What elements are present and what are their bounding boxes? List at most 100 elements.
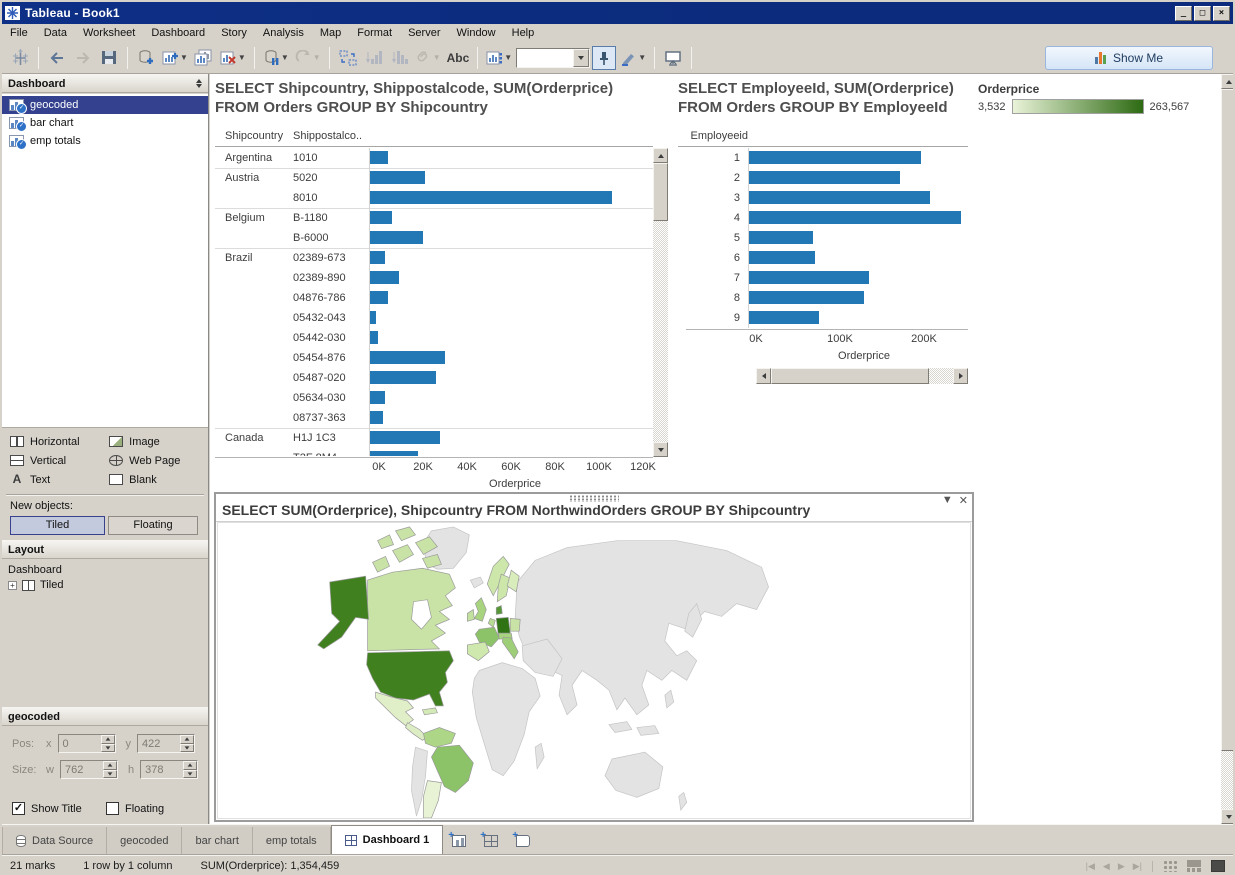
floating-option[interactable]: Floating [106, 802, 164, 815]
shippostalcode-column-header[interactable]: Shippostalco.. [293, 130, 369, 146]
legend-gradient-bar[interactable] [1012, 99, 1144, 114]
group-caret-icon[interactable]: ▼ [433, 53, 441, 62]
bar-mark[interactable] [749, 291, 864, 304]
scrollbar-track[interactable] [1221, 751, 1235, 809]
dashboard-vertical-scrollbar[interactable] [1221, 74, 1235, 824]
sheet-item-geocoded[interactable]: geocoded [2, 96, 208, 114]
sort-ascending-button[interactable] [362, 46, 386, 70]
country-poland[interactable] [510, 618, 520, 631]
new-worksheet-button[interactable]: ▼ [160, 46, 190, 70]
scroll-right-icon[interactable] [953, 368, 968, 384]
h-down-icon[interactable] [183, 770, 197, 779]
show-title-option[interactable]: ✓ Show Title [12, 802, 82, 815]
tree-expander-icon[interactable]: + [8, 581, 17, 590]
menu-analysis[interactable]: Analysis [255, 25, 312, 41]
cards-caret-icon[interactable]: ▼ [504, 53, 512, 62]
bar-mark[interactable] [370, 331, 378, 344]
panel-sort-icon[interactable] [196, 79, 202, 88]
undo-button[interactable] [45, 46, 69, 70]
save-button[interactable] [97, 46, 121, 70]
bar-mark[interactable] [370, 291, 388, 304]
add-data-source-button[interactable] [134, 46, 158, 70]
bar-mark[interactable] [749, 151, 921, 164]
first-page-icon[interactable]: |◀ [1086, 861, 1095, 872]
show-me-button[interactable]: Show Me [1045, 46, 1213, 70]
floating-checkbox[interactable] [106, 802, 119, 815]
close-button[interactable]: × [1213, 6, 1230, 21]
bar-mark[interactable] [370, 151, 388, 164]
bar-mark[interactable] [749, 231, 813, 244]
sheet-item-emp-totals[interactable]: emp totals [2, 132, 208, 150]
next-page-icon[interactable]: ▶ [1118, 861, 1125, 872]
drag-handle[interactable] [569, 495, 619, 502]
bar-mark[interactable] [749, 171, 900, 184]
fix-axes-pin-button[interactable] [592, 46, 616, 70]
shipcountry-column-header[interactable]: Shipcountry [215, 130, 293, 146]
group-members-button[interactable]: ▼ [414, 46, 443, 70]
menu-window[interactable]: Window [449, 25, 504, 41]
run-update-caret-icon[interactable]: ▼ [313, 53, 321, 62]
clear-sheet-button[interactable]: ▼ [218, 46, 248, 70]
bar-mark[interactable] [749, 211, 961, 224]
menu-help[interactable]: Help [504, 25, 543, 41]
x-position-stepper[interactable]: 0 [58, 734, 116, 753]
x-up-icon[interactable] [101, 735, 115, 744]
menu-server[interactable]: Server [400, 25, 448, 41]
bar-mark[interactable] [370, 231, 423, 244]
y-position-stepper[interactable]: 422 [137, 734, 195, 753]
scroll-up-icon[interactable] [653, 148, 668, 163]
bar-mark[interactable] [749, 251, 815, 264]
highlight-button[interactable]: ▼ [618, 46, 648, 70]
fit-selector[interactable] [516, 48, 590, 68]
height-stepper[interactable]: 378 [140, 760, 198, 779]
scrollbar-thumb[interactable] [1221, 89, 1235, 751]
new-dashboard-tab-button[interactable] [475, 827, 507, 854]
country-germany[interactable] [496, 617, 510, 635]
maximize-button[interactable]: □ [1194, 6, 1211, 21]
w-down-icon[interactable] [103, 770, 117, 779]
menu-file[interactable]: File [2, 25, 36, 41]
bar-mark[interactable] [370, 171, 425, 184]
bar-mark[interactable] [370, 371, 436, 384]
scroll-left-icon[interactable] [756, 368, 771, 384]
object-horizontal[interactable]: Horizontal [10, 432, 103, 451]
menu-map[interactable]: Map [312, 25, 349, 41]
object-blank[interactable]: Blank [109, 470, 204, 489]
show-hide-cards-button[interactable]: ▼ [484, 46, 514, 70]
layout-tree-node[interactable]: + Tiled [8, 579, 63, 591]
bar-mark[interactable] [370, 351, 445, 364]
menu-data[interactable]: Data [36, 25, 75, 41]
tab-bar-chart[interactable]: bar chart [182, 827, 252, 854]
pause-auto-updates-button[interactable]: ▼ [261, 46, 291, 70]
object-vertical[interactable]: Vertical [10, 451, 103, 470]
menu-story[interactable]: Story [213, 25, 255, 41]
bar-mark[interactable] [370, 391, 385, 404]
chart-vertical-scrollbar[interactable] [653, 148, 668, 457]
pause-updates-caret-icon[interactable]: ▼ [281, 53, 289, 62]
new-story-tab-button[interactable] [507, 827, 539, 854]
duplicate-sheet-button[interactable] [192, 46, 216, 70]
sort-descending-button[interactable] [388, 46, 412, 70]
presentation-mode-button[interactable] [661, 46, 685, 70]
scroll-up-icon[interactable] [1221, 74, 1235, 89]
bar-mark[interactable] [370, 271, 399, 284]
highlight-caret-icon[interactable]: ▼ [638, 53, 646, 62]
map-worksheet-panel[interactable]: ▼ ✕ SELECT SUM(Orderprice), Shipcountry … [214, 492, 974, 822]
show-mark-labels-button[interactable]: Abc [445, 46, 472, 70]
x-down-icon[interactable] [101, 744, 115, 753]
run-update-button[interactable]: ▼ [293, 46, 323, 70]
object-web-page[interactable]: Web Page [109, 451, 204, 470]
bar-mark[interactable] [370, 311, 376, 324]
panel-menu-caret-icon[interactable]: ▼ [942, 494, 953, 507]
bar-mark[interactable] [749, 271, 869, 284]
country-denmark[interactable] [496, 606, 502, 615]
show-tabs-icon[interactable] [1211, 860, 1225, 872]
y-up-icon[interactable] [180, 735, 194, 744]
filmstrip-view-icon[interactable] [1187, 860, 1201, 872]
employeeid-column-header[interactable]: Employeeid [678, 130, 748, 142]
fit-selector-dropdown-icon[interactable] [573, 49, 589, 67]
last-page-icon[interactable]: ▶| [1133, 861, 1142, 872]
bar-mark[interactable] [370, 211, 392, 224]
bar-mark[interactable] [370, 411, 383, 424]
tab-emp-totals[interactable]: emp totals [253, 827, 331, 854]
